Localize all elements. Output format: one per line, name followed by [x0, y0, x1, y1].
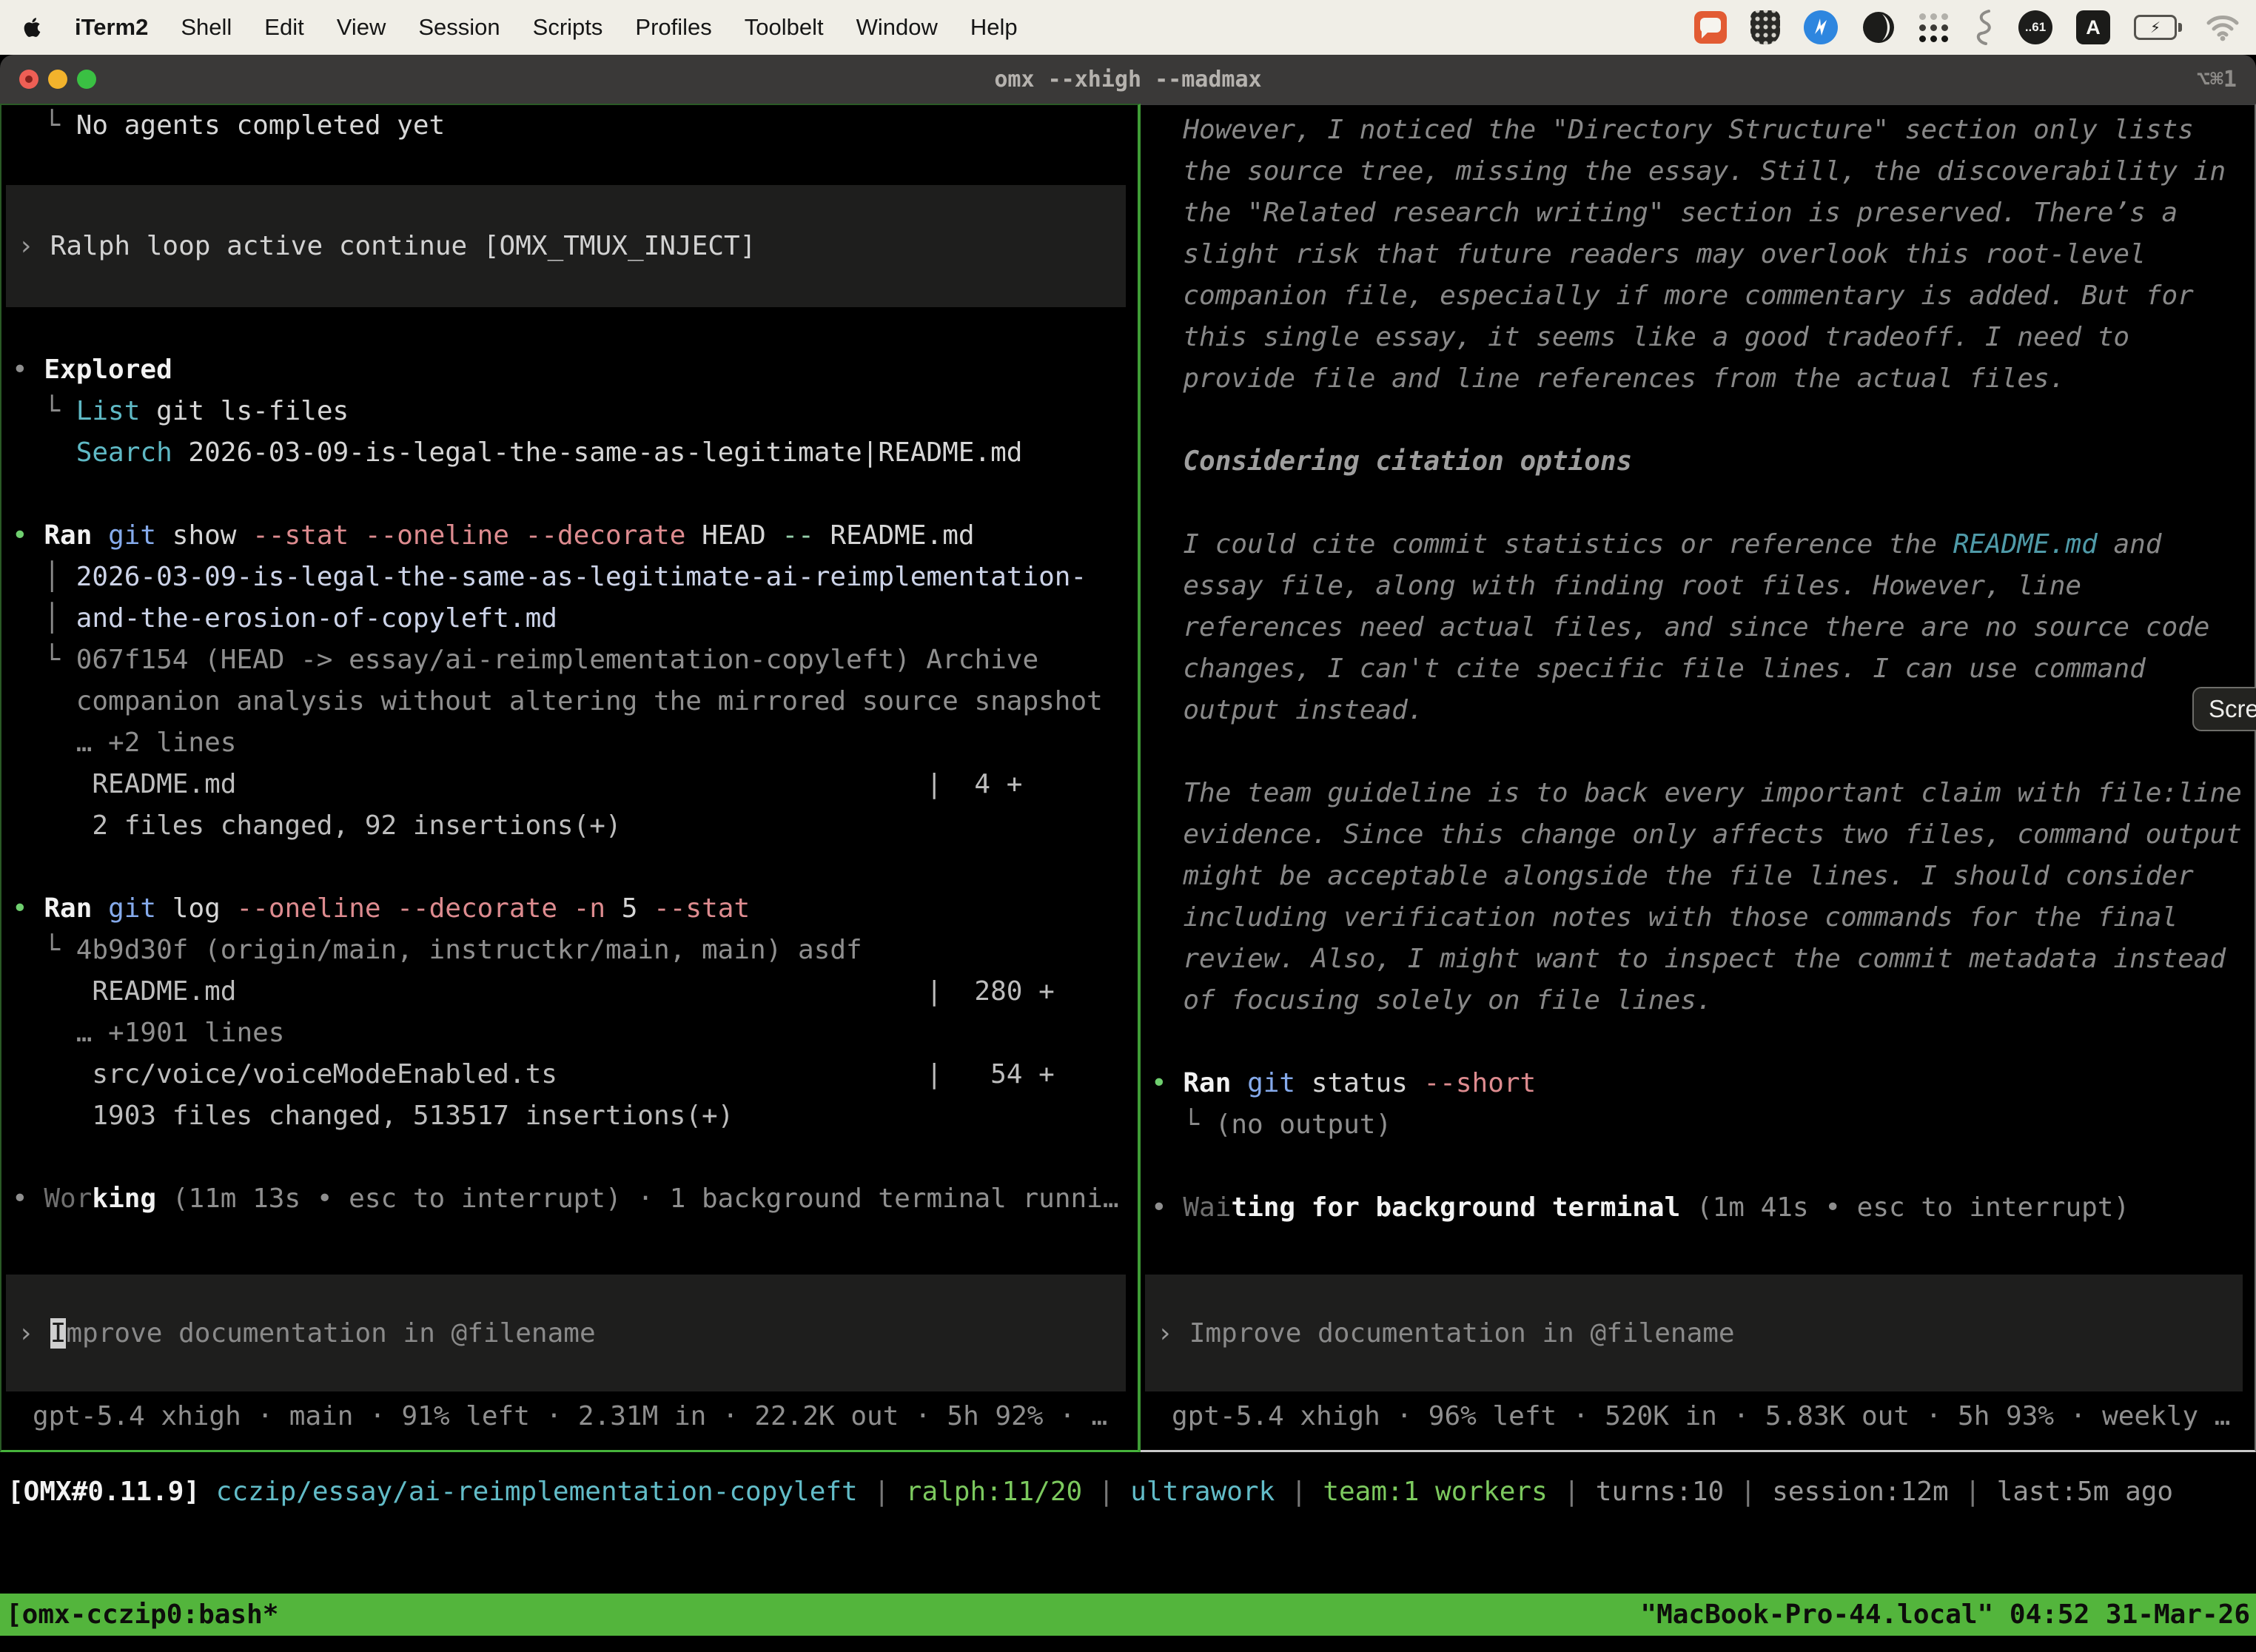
terminal-line: Considering citation options: [1151, 441, 2255, 483]
terminal-pane-left[interactable]: └ No agents completed yet › Ralph loop ac…: [0, 104, 1141, 1452]
prompt-chevron: ›: [18, 1318, 34, 1349]
terminal-line: of focusing solely on file lines.: [1151, 980, 2255, 1021]
terminal-content: └ No agents completed yet › Ralph loop ac…: [0, 104, 2256, 1652]
terminal-line: … +1901 lines: [12, 1013, 1138, 1054]
menu-item-edit[interactable]: Edit: [264, 14, 303, 41]
ralph-loop-text: Ralph loop active continue [OMX_TMUX_INJ…: [50, 231, 756, 261]
terminal-line: references need actual files, and since …: [1151, 607, 2255, 648]
screen-tooltip: Scre: [2192, 687, 2256, 731]
tmux-window-name: [omx-cczip0:bash*: [6, 1599, 278, 1630]
terminal-line: this single essay, it seems like a good …: [1151, 317, 2255, 358]
omx-status-line: [OMX#0.11.9] cczip/essay/ai-reimplementa…: [7, 1471, 2256, 1507]
window-shortcut-badge: ⌥⌘1: [2197, 55, 2237, 104]
menu-item-session[interactable]: Session: [418, 14, 500, 41]
terminal-output: └ No agents completed yet: [12, 105, 1138, 147]
terminal-line: slight risk that future readers may over…: [1151, 234, 2255, 275]
menu-bar: iTerm2 Shell Edit View Session Scripts P…: [0, 0, 2256, 55]
terminal-pane-right[interactable]: However, I noticed the "Directory Struct…: [1141, 104, 2256, 1452]
menu-item-toolbelt[interactable]: Toolbelt: [745, 14, 824, 41]
terminal-line: └ No agents completed yet: [12, 105, 1138, 147]
terminal-line: └ (no output): [1151, 1104, 2255, 1146]
terminal-line: However, I noticed the "Directory Struct…: [1151, 110, 2255, 151]
terminal-line: [1151, 400, 2255, 441]
terminal-line: the "Related research writing" section i…: [1151, 192, 2255, 234]
terminal-line: • Working (11m 13s • esc to interrupt) ·…: [12, 1178, 1138, 1220]
menu-item-view[interactable]: View: [337, 14, 386, 41]
terminal-line: [12, 847, 1138, 888]
terminal-line: evidence. Since this change only affects…: [1151, 814, 2255, 856]
terminal-line: src/voice/voiceModeEnabled.ts | 54 +: [12, 1054, 1138, 1095]
terminal-line: • Waiting for background terminal (1m 41…: [1151, 1187, 2255, 1229]
input-placeholder: Improve documentation in @filename: [1189, 1318, 1735, 1349]
terminal-line: … +2 lines: [12, 722, 1138, 764]
dots-grid-icon[interactable]: [1919, 13, 1949, 42]
terminal-line: the source tree, missing the essay. Stil…: [1151, 151, 2255, 192]
ralph-loop-banner[interactable]: › Ralph loop active continue [OMX_TMUX_IN…: [6, 185, 1126, 307]
terminal-line: might be acceptable alongside the file l…: [1151, 856, 2255, 897]
menu-item-profiles[interactable]: Profiles: [635, 14, 711, 41]
menu-item-shell[interactable]: Shell: [181, 14, 232, 41]
terminal-line: • Ran git status --short: [1151, 1063, 2255, 1104]
terminal-line: 1903 files changed, 513517 insertions(+): [12, 1095, 1138, 1137]
terminal-line: └ List git ls-files: [12, 391, 1138, 432]
terminal-line: [1151, 1146, 2255, 1187]
terminal-output: • Explored └ List git ls-files Search 20…: [12, 349, 1138, 1220]
prompt-chevron: ›: [18, 231, 34, 261]
moon-circle-icon[interactable]: [1861, 10, 1896, 44]
terminal-line: output instead.: [1151, 690, 2255, 731]
menu-item-help[interactable]: Help: [970, 14, 1018, 41]
menu-item-scripts[interactable]: Scripts: [533, 14, 603, 41]
terminal-line: Search 2026-03-09-is-legal-the-same-as-l…: [12, 432, 1138, 474]
badge-61-icon[interactable]: ..61: [2018, 10, 2052, 44]
shield-grid-icon[interactable]: [1750, 10, 1780, 44]
terminal-line: README.md | 280 +: [12, 971, 1138, 1013]
agent-input-right[interactable]: › Improve documentation in @filename: [1145, 1275, 2243, 1391]
terminal-line: │ and-the-erosion-of-copyleft.md: [12, 598, 1138, 639]
terminal-line: provide file and line references from th…: [1151, 358, 2255, 400]
input-source-a-icon[interactable]: A: [2076, 10, 2110, 44]
chat-bubble-icon[interactable]: [1694, 11, 1727, 44]
terminal-line: └ 067f154 (HEAD -> essay/ai-reimplementa…: [12, 639, 1138, 681]
terminal-line: [1151, 731, 2255, 773]
terminal-line: [1151, 483, 2255, 524]
terminal-line: [12, 1137, 1138, 1178]
terminal-line: │ 2026-03-09-is-legal-the-same-as-legiti…: [12, 557, 1138, 598]
wifi-icon[interactable]: [2206, 13, 2240, 42]
terminal-line: README.md | 4 +: [12, 764, 1138, 805]
text-cursor: I: [50, 1318, 67, 1349]
terminal-line: review. Also, I might want to inspect th…: [1151, 939, 2255, 980]
tmux-host-clock: "MacBook-Pro-44.local" 04:52 31-Mar-26: [1640, 1599, 2250, 1630]
input-placeholder: mprove documentation in @filename: [66, 1318, 595, 1349]
terminal-line: I could cite commit statistics or refere…: [1151, 524, 2255, 565]
terminal-line: [12, 474, 1138, 515]
agent-input-left[interactable]: › Improve documentation in @filename: [6, 1275, 1126, 1391]
apple-menu-icon[interactable]: [22, 16, 42, 39]
blue-bolt-icon[interactable]: [1804, 10, 1838, 44]
tmux-status-bar: [omx-cczip0:bash* "MacBook-Pro-44.local"…: [0, 1594, 2256, 1636]
terminal-line: companion file, especially if more comme…: [1151, 275, 2255, 317]
terminal-line: including verification notes with those …: [1151, 897, 2255, 939]
terminal-line: essay file, along with finding root file…: [1151, 565, 2255, 607]
terminal-line: • Ran git log --oneline --decorate -n 5 …: [12, 888, 1138, 930]
squiggle-icon[interactable]: [1973, 8, 1995, 47]
window-title: omx --xhigh --madmax: [0, 55, 2256, 104]
terminal-line: The team guideline is to back every impo…: [1151, 773, 2255, 814]
terminal-line: • Explored: [12, 349, 1138, 391]
session-status-right: gpt-5.4 xhigh · 96% left · 520K in · 5.8…: [1141, 1396, 2255, 1437]
screen-tooltip-label: Scre: [2209, 695, 2256, 723]
terminal-line: companion analysis without altering the …: [12, 681, 1138, 722]
terminal-line: [1151, 1021, 2255, 1063]
terminal-line: └ 4b9d30f (origin/main, instructkr/main,…: [12, 930, 1138, 971]
terminal-line: 2 files changed, 92 insertions(+): [12, 805, 1138, 847]
terminal-line: changes, I can't cite specific file line…: [1151, 648, 2255, 690]
battery-charging-icon[interactable]: ⚡: [2134, 15, 2182, 40]
terminal-output: However, I noticed the "Directory Struct…: [1151, 110, 2255, 1229]
window-title-bar: omx --xhigh --madmax ⌥⌘1: [0, 55, 2256, 104]
menu-item-iterm2[interactable]: iTerm2: [75, 14, 148, 41]
prompt-chevron: ›: [1157, 1318, 1173, 1349]
terminal-line: [OMX#0.11.9] cczip/essay/ai-reimplementa…: [7, 1471, 2256, 1507]
session-status-left: gpt-5.4 xhigh · main · 91% left · 2.31M …: [1, 1396, 1138, 1437]
terminal-line: • Ran git show --stat --oneline --decora…: [12, 515, 1138, 557]
menu-item-window[interactable]: Window: [856, 14, 938, 41]
